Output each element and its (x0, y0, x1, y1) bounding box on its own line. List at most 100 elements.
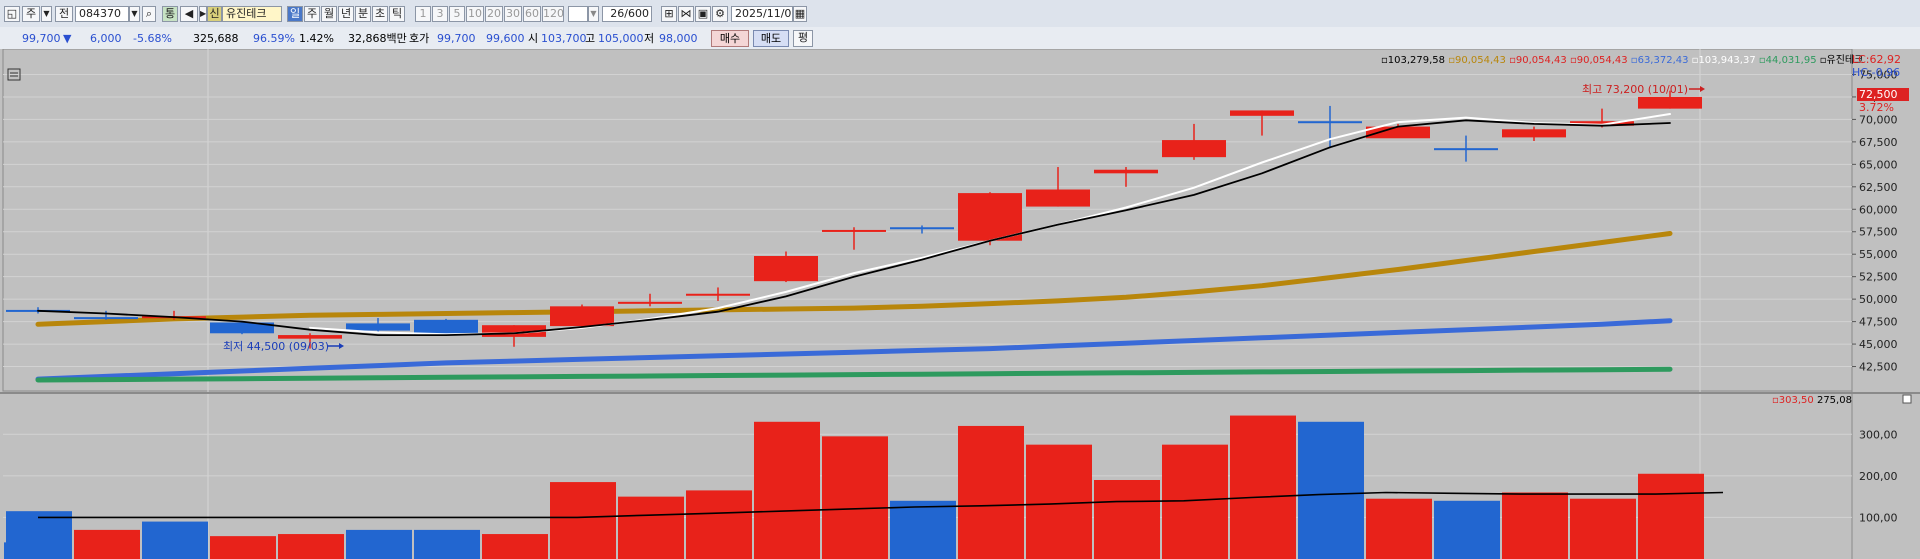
bid-price: 99,700 (437, 32, 476, 45)
y-tick-label: 70,000 (1859, 113, 1898, 126)
candle-body[interactable] (1026, 189, 1090, 207)
volume-bar (958, 425, 1024, 559)
interval-20-button[interactable]: 20 (485, 6, 503, 22)
candle-body[interactable] (686, 293, 750, 296)
candle-body[interactable] (618, 301, 682, 304)
y-tick-label: 52,500 (1859, 271, 1898, 284)
candle-body[interactable] (278, 335, 342, 339)
candle-body[interactable] (822, 229, 886, 232)
open-price: 103,700 (541, 32, 587, 45)
y-tick-label: 50,000 (1859, 293, 1898, 306)
volume-bar (890, 500, 956, 559)
price-change-pct: -5.68% (133, 32, 172, 45)
buy-button[interactable]: 매수 (711, 30, 749, 47)
header-value: ▫90,054,43 (1445, 55, 1506, 66)
y-tick-label: 67,500 (1859, 136, 1898, 149)
volume-bar (1502, 492, 1568, 559)
stock-code-input[interactable]: 084370 (75, 6, 129, 22)
candle-body[interactable] (1434, 148, 1498, 151)
chart-settings-icon[interactable]: ⊞ (661, 6, 677, 22)
volume-tick-label: 100,00 (1859, 511, 1898, 524)
volume-bar (550, 482, 616, 559)
current-price: 99,700 (22, 32, 61, 45)
volume-value: 325,688 (193, 32, 239, 45)
chart-menu-icon[interactable]: ◱ (4, 6, 20, 22)
volume-bar (1638, 473, 1704, 559)
price-chart[interactable]: 300,00200,00100,00 75,00072,50070,00067,… (0, 49, 1920, 559)
custom-interval-dropdown-icon[interactable]: ▼ (588, 6, 599, 22)
interval-120-button[interactable]: 120 (542, 6, 564, 22)
candle-body[interactable] (1638, 96, 1702, 109)
volume-bar (278, 534, 344, 559)
period-button[interactable]: 주 (22, 6, 40, 22)
header-value: ▫103,943,37 (1688, 55, 1755, 66)
open-label: 시 (528, 32, 539, 45)
interval-10-button[interactable]: 10 (466, 6, 484, 22)
candle-body[interactable] (550, 306, 614, 327)
candle-body[interactable] (1298, 121, 1362, 124)
high-annotation: 최고 73,200 (10/01) (1582, 83, 1688, 96)
interval-1-button[interactable]: 1 (415, 6, 431, 22)
candle-body[interactable] (958, 193, 1022, 241)
tab-minute[interactable]: 분 (355, 6, 371, 22)
flat-button[interactable]: 평 (793, 30, 813, 47)
header-value: ▫63,372,43 (1628, 55, 1689, 66)
candle-body[interactable] (754, 256, 818, 282)
interval-3-button[interactable]: 3 (432, 6, 448, 22)
interval-60-button[interactable]: 60 (523, 6, 541, 22)
high-label: 고 (585, 32, 596, 45)
tab-tick[interactable]: 틱 (389, 6, 405, 22)
compare-icon[interactable]: ⋈ (678, 6, 694, 22)
change-arrow-icon: ▼ (63, 32, 72, 45)
candle-body[interactable] (1094, 169, 1158, 174)
low-price: 98,000 (659, 32, 698, 45)
last-price-label: 72,500 (1859, 88, 1898, 101)
volume-bar (822, 436, 888, 559)
candle-body[interactable] (890, 227, 954, 230)
volume-bar (1298, 421, 1364, 559)
tab-weekly[interactable]: 주 (304, 6, 320, 22)
high-price: 105,000 (598, 32, 644, 45)
volume-bar (346, 529, 412, 559)
save-icon[interactable]: ▣ (695, 6, 711, 22)
interval-30-button[interactable]: 30 (504, 6, 522, 22)
tong-button[interactable]: 통 (162, 6, 178, 22)
search-icon[interactable]: ⌕ (142, 6, 156, 22)
code-dropdown-icon[interactable]: ▼ (129, 6, 140, 22)
sell-button[interactable]: 매도 (753, 30, 789, 47)
date-input[interactable]: 2025/11/07 (731, 6, 793, 22)
header-value: ▫44,031,95 (1756, 55, 1817, 66)
tab-monthly[interactable]: 월 (321, 6, 337, 22)
volume-bar (1162, 444, 1228, 559)
y-tick-label: 60,000 (1859, 203, 1898, 216)
period-dropdown-icon[interactable]: ▼ (41, 6, 52, 22)
ask-price: 99,600 (486, 32, 525, 45)
volume-bar (1366, 498, 1432, 559)
stock-name-field[interactable]: 유진테크 (222, 6, 282, 22)
hc-label: HC:-0,96 (1852, 66, 1900, 79)
tab-yearly[interactable]: 년 (338, 6, 354, 22)
candle-body[interactable] (1502, 129, 1566, 138)
gear-icon[interactable]: ⚙ (712, 6, 728, 22)
candle-count-input[interactable]: 26/600 (602, 6, 652, 22)
volume-bar (210, 536, 276, 559)
candle-body[interactable] (346, 323, 410, 331)
candle-body[interactable] (1230, 110, 1294, 116)
chart-toolbar: ◱ 주 ▼ 전 084370 ▼ ⌕ 통 ◀ ▶ 신 유진테크 일 주 월 년 … (0, 0, 1920, 28)
nav-icon[interactable]: ▶ (199, 6, 207, 22)
candle-body[interactable] (1162, 140, 1226, 158)
interval-5-button[interactable]: 5 (449, 6, 465, 22)
speaker-icon[interactable]: ◀ (180, 6, 198, 22)
turnover-rate: 1.42% (299, 32, 334, 45)
lc-label: LC:62,92 (1852, 53, 1901, 66)
custom-interval-input[interactable] (568, 6, 588, 22)
volume-panel-icon[interactable] (1902, 394, 1912, 404)
low-annotation: 최저 44,500 (09/03) (223, 340, 329, 353)
type-button[interactable]: 전 (55, 6, 73, 22)
tab-second[interactable]: 초 (372, 6, 388, 22)
y-tick-label: 62,500 (1859, 181, 1898, 194)
calendar-icon[interactable]: ▦ (793, 6, 807, 22)
candle-body[interactable] (74, 317, 138, 320)
tab-daily[interactable]: 일 (287, 6, 303, 22)
bid-label: 호가 (409, 32, 430, 45)
